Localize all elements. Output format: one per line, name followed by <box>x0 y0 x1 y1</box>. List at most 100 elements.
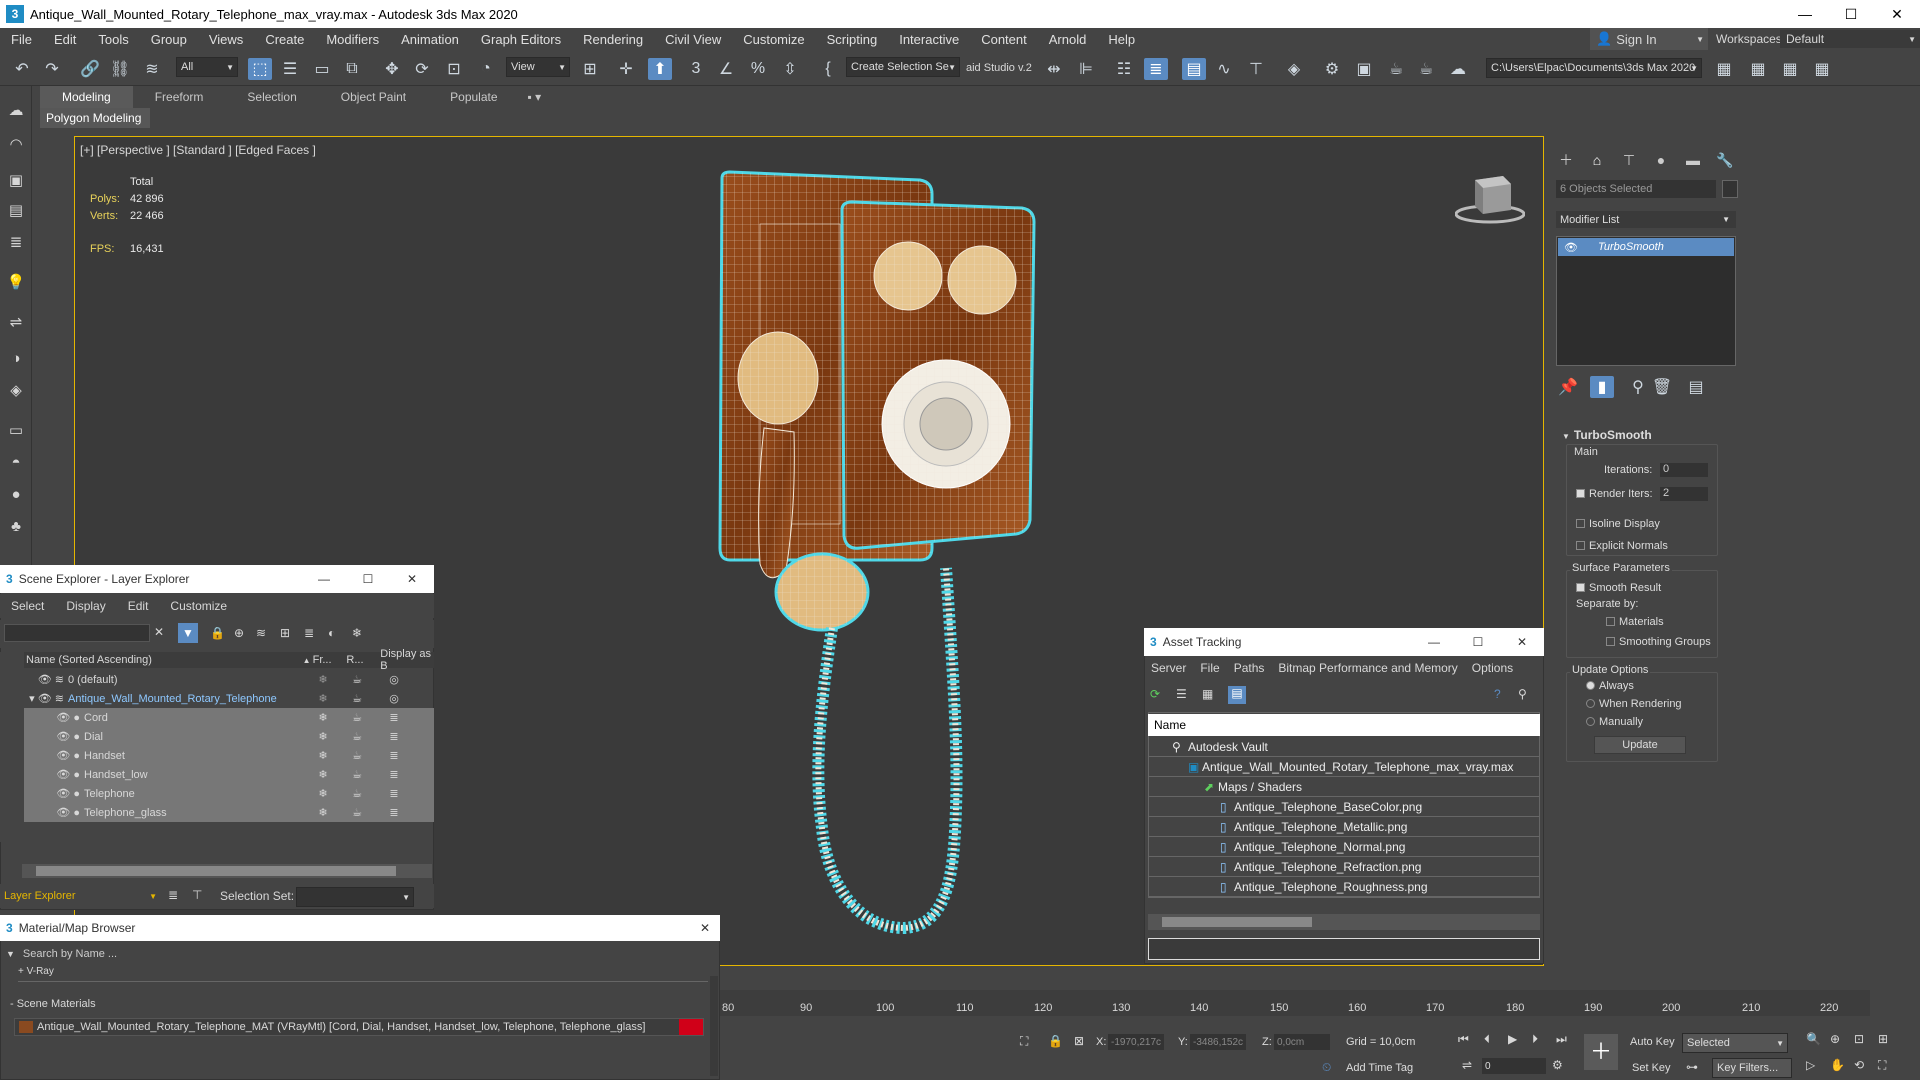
col-display-header[interactable]: Display as B <box>380 648 434 672</box>
smooth-result-checkbox[interactable]: Smooth Result <box>1576 582 1661 594</box>
menu-edit[interactable]: Edit <box>43 32 87 47</box>
se-menu-select[interactable]: Select <box>0 599 55 613</box>
display-tab-icon[interactable]: ▬ <box>1682 150 1704 170</box>
teapot-icon[interactable]: ☕ <box>340 787 374 800</box>
tab-object-paint[interactable]: Object Paint <box>319 86 428 108</box>
smoothing-groups-checkbox[interactable]: Smoothing Groups <box>1606 636 1711 648</box>
project-icon-1[interactable]: ▦ <box>1712 58 1736 80</box>
select-object-icon[interactable]: ⬚ <box>248 58 272 80</box>
menu-animation[interactable]: Animation <box>390 32 470 47</box>
layer-stack-icon[interactable]: ≣ <box>374 730 414 743</box>
field-of-view-icon[interactable]: ▷ <box>1806 1058 1815 1072</box>
menu-rendering[interactable]: Rendering <box>572 32 654 47</box>
selected-dropdown[interactable]: Selected ▼ <box>1682 1033 1788 1053</box>
display-box-icon[interactable]: ◎ <box>374 673 414 686</box>
create-icon[interactable]: ☁ <box>4 98 28 122</box>
render-iters-spinner[interactable]: 2 <box>1660 487 1708 501</box>
manually-radio[interactable]: Manually <box>1586 716 1643 728</box>
object-color-swatch[interactable] <box>1722 180 1738 198</box>
hierarchy-toggle-icon[interactable]: ⊤ <box>192 888 202 902</box>
list-item[interactable]: ▯ Antique_Telephone_Refraction.png <box>1148 858 1540 877</box>
pan-icon[interactable]: ✋ <box>1830 1058 1845 1072</box>
undo-icon[interactable]: ↶ <box>10 58 34 80</box>
material-editor-icon[interactable]: ◈ <box>1282 58 1306 80</box>
layer-stack-icon[interactable]: ≣ <box>374 749 414 762</box>
menu-content[interactable]: Content <box>970 32 1038 47</box>
rendered-frame-window-icon[interactable]: ▣ <box>1352 58 1376 80</box>
list-icon[interactable]: ≣ <box>4 230 28 254</box>
teapot-icon[interactable]: ☕ <box>340 711 374 724</box>
display-box-icon[interactable]: ◎ <box>374 692 414 705</box>
close-button[interactable]: ✕ <box>1874 0 1920 28</box>
table-row[interactable]: 👁 ● Telephone_glass ❄ ☕ ≣ <box>24 803 434 822</box>
maximize-button[interactable]: ☐ <box>346 572 390 586</box>
expand-eye-icon[interactable]: ▾ 👁 ≋ <box>24 692 64 705</box>
render-activeshade-icon[interactable]: ☁ <box>1446 58 1470 80</box>
snowflake-icon[interactable]: ❄ <box>306 730 340 743</box>
material-entry[interactable]: Antique_Wall_Mounted_Rotary_Telephone_MA… <box>14 1018 704 1036</box>
close-button[interactable]: ✕ <box>390 572 434 586</box>
asset-name-header[interactable]: Name <box>1148 714 1540 736</box>
ribbon-options-icon[interactable]: ▪ ▾ <box>520 86 550 108</box>
materials-checkbox[interactable]: Materials <box>1606 616 1664 628</box>
table-row[interactable]: 👁 ● Telephone ❄ ☕ ≣ <box>24 784 434 803</box>
telephone-model[interactable] <box>710 168 1040 968</box>
material-browser-scrollbar[interactable] <box>710 976 718 1076</box>
explorer-type-dropdown[interactable]: Layer Explorer ▼ <box>0 886 160 906</box>
reference-coordinate-dropdown[interactable]: View ▼ <box>506 57 570 77</box>
menu-civil-view[interactable]: Civil View <box>654 32 732 47</box>
render-production-icon[interactable]: ☕ <box>1384 58 1408 80</box>
viewport-label[interactable]: [+] [Perspective ] [Standard ] [Edged Fa… <box>80 143 316 157</box>
go-to-end-icon[interactable]: ⏭ <box>1556 1032 1567 1047</box>
table-row[interactable]: 👁 ● Handset_low ❄ ☕ ≣ <box>24 765 434 784</box>
rect-selection-icon[interactable]: ▭ <box>310 58 334 80</box>
curve-editor-icon[interactable]: ∿ <box>1212 58 1236 80</box>
menu-help[interactable]: Help <box>1097 32 1146 47</box>
bind-space-warp-icon[interactable]: ≋ <box>140 58 164 80</box>
pivot-center-icon[interactable]: ⊞ <box>578 58 602 80</box>
menu-graph-editors[interactable]: Graph Editors <box>470 32 572 47</box>
teapot-icon[interactable]: ☕ <box>340 749 374 762</box>
iterations-spinner[interactable]: 0 <box>1660 463 1708 477</box>
eye-icon[interactable]: 👁 ● <box>24 787 80 800</box>
isolate-selection-icon[interactable]: ⛶ <box>1020 1034 1028 1049</box>
se-menu-customize[interactable]: Customize <box>159 599 238 613</box>
time-config-icon[interactable]: ⚙ <box>1552 1058 1563 1072</box>
menu-modifiers[interactable]: Modifiers <box>315 32 390 47</box>
teapot-icon[interactable]: ☕ <box>340 768 374 781</box>
selection-info-field[interactable]: 6 Objects Selected <box>1556 180 1716 198</box>
select-manipulate-icon[interactable]: ✛ <box>614 58 638 80</box>
freeze-layer-icon[interactable]: ❄ <box>352 626 362 640</box>
help-icon[interactable]: ? <box>1494 687 1501 701</box>
tab-selection[interactable]: Selection <box>225 86 318 108</box>
eye-icon[interactable]: 👁 ≋ <box>24 673 64 686</box>
show-end-result-icon[interactable]: ▮ <box>1590 376 1614 398</box>
teapot-icon[interactable]: ☕ <box>340 730 374 743</box>
key-filters-button[interactable]: Key Filters... <box>1712 1058 1792 1078</box>
time-tag-icon[interactable]: ⏲ <box>1322 1060 1331 1075</box>
eye-icon[interactable]: 👁 ● <box>24 768 80 781</box>
schematic-view-icon[interactable]: ⊤ <box>1244 58 1268 80</box>
layer-stack-icon[interactable]: ≣ <box>374 768 414 781</box>
light-icon[interactable]: 💡 <box>4 270 28 294</box>
list-item[interactable]: ▣ Antique_Wall_Mounted_Rotary_Telephone_m… <box>1148 758 1540 777</box>
keyboard-shortcut-override-icon[interactable]: ⬆ <box>648 58 672 80</box>
close-button[interactable]: ✕ <box>1500 635 1544 649</box>
new-layer-icon[interactable]: ⊕ <box>234 626 244 640</box>
selection-set-dropdown[interactable]: ▼ <box>296 887 414 907</box>
link-icon[interactable]: 🔗 <box>78 58 102 80</box>
list-item[interactable]: ⚲ Autodesk Vault <box>1148 738 1540 757</box>
scale-icon[interactable]: ⊡ <box>442 58 466 80</box>
as-menu-options[interactable]: Options <box>1465 661 1520 675</box>
table-row[interactable]: 👁 ● Cord ❄ ☕ ≣ <box>24 708 434 727</box>
menu-tools[interactable]: Tools <box>87 32 139 47</box>
make-unique-icon[interactable]: ⚲ <box>1626 376 1650 398</box>
scene-search-input[interactable] <box>4 624 150 642</box>
tab-modeling[interactable]: Modeling <box>40 86 133 108</box>
scene-explorer-titlebar[interactable]: 3 Scene Explorer - Layer Explorer — ☐ ✕ <box>0 565 434 593</box>
systems-icon[interactable]: ◈ <box>4 378 28 402</box>
zoom-icon[interactable]: 🔍 <box>1806 1032 1821 1046</box>
snowflake-icon[interactable]: ❄ <box>306 749 340 762</box>
project-icon-3[interactable]: ▦ <box>1778 58 1802 80</box>
toggle-ribbon-icon[interactable]: ▤ <box>1182 58 1206 80</box>
